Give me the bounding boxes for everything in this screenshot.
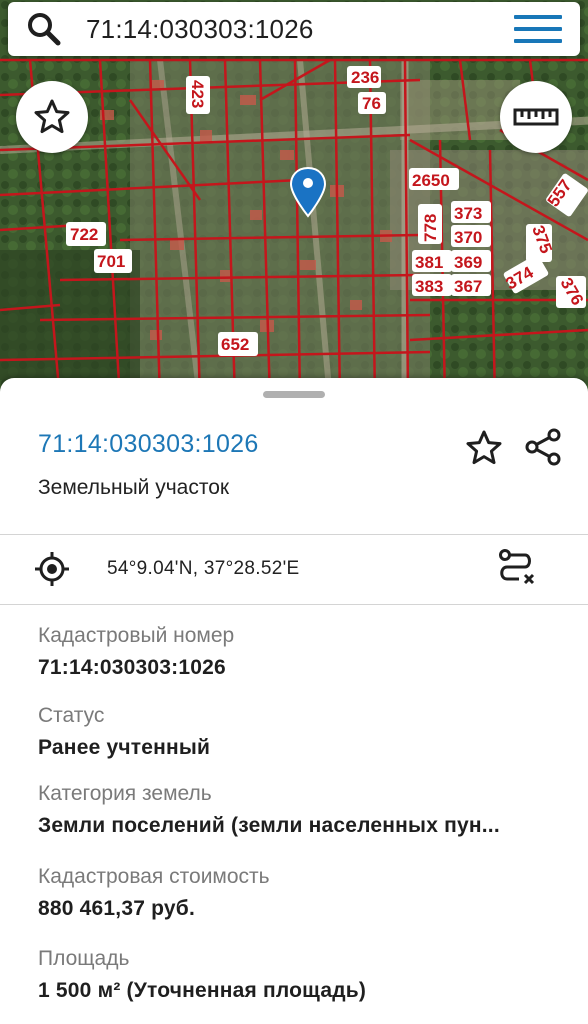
parcel-type: Земельный участок: [38, 476, 230, 499]
svg-text:2650: 2650: [412, 171, 450, 190]
map-label-381: 381: [412, 250, 452, 272]
map-label-652: 652: [218, 332, 258, 356]
svg-text:373: 373: [454, 204, 482, 223]
map-label-701: 701: [94, 249, 132, 273]
map-label-370: 370: [451, 225, 491, 247]
map-label-236: 236: [347, 66, 381, 88]
star-outline-icon: [34, 99, 70, 134]
detail-status: Статус Ранее учтенный: [38, 704, 568, 782]
map-label-76: 76: [358, 92, 386, 114]
parcel-title[interactable]: 71:14:030303:1026: [38, 430, 259, 459]
svg-text:381: 381: [415, 253, 443, 272]
detail-cadastral-number: Кадастровый номер 71:14:030303:1026: [38, 624, 568, 704]
measure-button[interactable]: [500, 81, 572, 153]
svg-text:367: 367: [454, 277, 482, 296]
favorites-button[interactable]: [16, 81, 88, 153]
coordinates-text[interactable]: 54°9.04'N, 37°28.52'E: [107, 558, 300, 580]
detail-area: Площадь 1 500 м² (Уточненная площадь): [38, 947, 568, 1024]
parcel-details: Кадастровый номер 71:14:030303:1026 Стат…: [38, 624, 568, 1024]
map-label-383: 383: [412, 274, 452, 296]
crosshair-target-icon: [35, 552, 69, 586]
map-label-369: 369: [451, 250, 491, 272]
favorite-star-button[interactable]: [462, 426, 506, 470]
svg-text:236: 236: [351, 68, 379, 87]
detail-label: Статус: [38, 704, 105, 727]
satellite-map[interactable]: 236 76 423 2650 557 778 373 370 381 369 …: [0, 0, 588, 400]
detail-value: Ранее учтенный: [38, 736, 211, 759]
detail-value[interactable]: Земли поселений (земли населенных пун...: [38, 814, 568, 838]
hamburger-menu-icon[interactable]: [514, 9, 562, 49]
svg-text:778: 778: [421, 214, 440, 242]
sheet-drag-handle[interactable]: [263, 391, 325, 398]
map-label-423: 423: [186, 76, 210, 114]
detail-label: Кадастровый номер: [38, 624, 235, 647]
detail-label: Площадь: [38, 947, 130, 970]
share-icon: [525, 428, 561, 466]
detail-cadastral-value: Кадастровая стоимость 880 461,37 руб.: [38, 865, 568, 947]
ruler-icon: [513, 108, 559, 126]
svg-text:370: 370: [454, 228, 482, 247]
route-button[interactable]: [492, 546, 542, 592]
map-view[interactable]: 236 76 423 2650 557 778 373 370 381 369 …: [0, 0, 588, 400]
share-button[interactable]: [520, 424, 566, 470]
detail-land-category: Категория земель Земли поселений (земли …: [38, 782, 568, 865]
detail-value[interactable]: 71:14:030303:1026: [38, 656, 568, 680]
star-outline-icon: [466, 430, 502, 465]
parcel-info-sheet[interactable]: 71:14:030303:1026 Земельный участок 54°9…: [0, 378, 588, 1024]
svg-text:423: 423: [188, 80, 207, 108]
divider: [0, 604, 588, 605]
search-input[interactable]: 71:14:030303:1026: [64, 14, 514, 45]
map-label-367: 367: [451, 274, 491, 296]
map-label-376: 376: [556, 275, 587, 309]
search-bar[interactable]: 71:14:030303:1026: [8, 2, 580, 56]
search-icon[interactable]: [24, 9, 64, 49]
svg-text:652: 652: [221, 335, 249, 354]
map-label-373: 373: [451, 201, 491, 223]
svg-text:76: 76: [362, 94, 381, 113]
detail-value: 880 461,37 руб.: [38, 897, 195, 920]
parcel-header: 71:14:030303:1026 Земельный участок: [0, 408, 588, 534]
svg-text:383: 383: [415, 277, 443, 296]
svg-text:722: 722: [70, 225, 98, 244]
map-label-722: 722: [66, 222, 106, 246]
locate-button[interactable]: [32, 549, 72, 589]
map-label-778: 778: [418, 204, 442, 244]
detail-value: 1 500 м² (Уточненная площадь): [38, 979, 367, 1002]
svg-text:369: 369: [454, 253, 482, 272]
map-label-2650: 2650: [409, 168, 459, 190]
svg-text:701: 701: [97, 252, 125, 271]
route-icon: [499, 549, 535, 585]
detail-label: Категория земель: [38, 782, 212, 805]
map-label-375: 375: [526, 223, 556, 262]
coordinates-row: 54°9.04'N, 37°28.52'E: [0, 534, 588, 604]
detail-label: Кадастровая стоимость: [38, 865, 270, 888]
